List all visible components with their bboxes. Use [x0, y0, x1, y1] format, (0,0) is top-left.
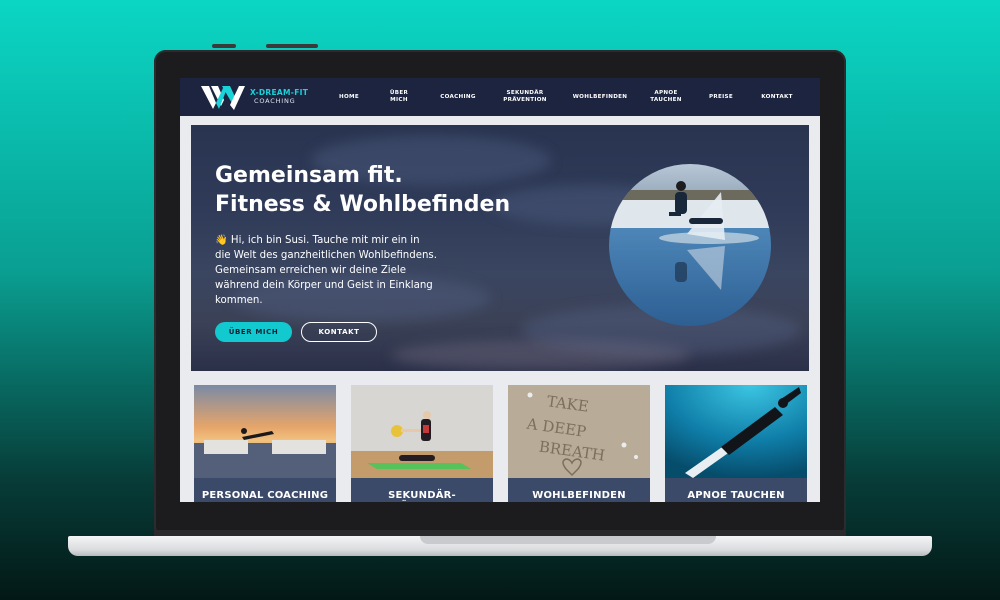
- brand-subtitle: COACHING: [254, 97, 296, 105]
- nav-item-label: KONTAKT: [761, 93, 793, 100]
- website-screen: X-DREAM-FIT COACHING HOME ÜBER MICH COAC…: [180, 78, 820, 502]
- nav-item-wohlbefinden[interactable]: WOHLBEFINDEN: [560, 94, 640, 101]
- hero-text-line: die Welt des ganzheitlichen Wohlbefinden…: [215, 250, 437, 261]
- nav-item-label: WOHLBEFINDEN: [572, 93, 628, 100]
- card-image: [194, 385, 336, 478]
- hero-text-line: während dein Körper und Geist in Einklan…: [215, 280, 433, 291]
- nav-menu: HOME ÜBER MICH COACHING SEKUNDÄR PRÄVENT…: [326, 78, 804, 116]
- nav-item-home[interactable]: HOME: [326, 94, 372, 101]
- nav-item-kontakt[interactable]: KONTAKT: [750, 94, 804, 101]
- card-sekundaer-praevention[interactable]: SEKUNDÄR-PRÄVENTION: [351, 385, 493, 502]
- laptop-notch: [420, 536, 716, 544]
- card-label: PERSONAL COACHING: [194, 478, 336, 502]
- hero-text-line: kommen.: [215, 295, 263, 306]
- nav-item-preise[interactable]: PREISE: [692, 94, 750, 101]
- card-image: [351, 385, 493, 478]
- nav-item-label: MICH: [390, 97, 408, 103]
- nav-item-ueber-mich[interactable]: ÜBER MICH: [372, 90, 426, 104]
- card-wohlbefinden[interactable]: TAKE A DEEP BREATH WOHLBEFINDEN: [508, 385, 650, 502]
- nav-item-label: PREISE: [709, 93, 733, 100]
- nav-item-coaching[interactable]: COACHING: [426, 94, 490, 101]
- hero-portrait-photo: [609, 164, 771, 326]
- nav-item-label: PRÄVENTION: [503, 97, 547, 103]
- hero-section: Gemeinsam fit. Fitness & Wohlbefinden 👋 …: [191, 125, 809, 371]
- brand-name: X-DREAM-FIT: [250, 88, 309, 97]
- card-image: TAKE A DEEP BREATH: [508, 385, 650, 478]
- nav-item-label: ÜBER: [389, 90, 409, 96]
- laptop-base: [68, 536, 932, 556]
- hero-text-line: Gemeinsam erreichen wir deine Ziele: [215, 265, 407, 276]
- kontakt-button[interactable]: KONTAKT: [301, 322, 377, 342]
- hero-text-line: 👋 Hi, ich bin Susi. Tauche mit mir ein i…: [215, 235, 420, 246]
- brand-logo[interactable]: X-DREAM-FIT COACHING: [200, 83, 308, 111]
- card-personal-coaching[interactable]: PERSONAL COACHING: [194, 385, 336, 502]
- ueber-mich-button[interactable]: ÜBER MICH: [215, 322, 292, 342]
- top-navigation: X-DREAM-FIT COACHING HOME ÜBER MICH COAC…: [180, 78, 820, 116]
- hero-title: Gemeinsam fit. Fitness & Wohlbefinden: [215, 161, 510, 219]
- card-label: APNOE TAUCHEN: [665, 478, 807, 502]
- nav-item-sekundaer-praevention[interactable]: SEKUNDÄR PRÄVENTION: [490, 90, 560, 104]
- card-label: SEKUNDÄR-PRÄVENTION: [351, 478, 493, 502]
- nav-item-label: TAUCHEN: [650, 97, 682, 103]
- nav-item-label: COACHING: [440, 93, 476, 100]
- nav-item-label: APNOE: [654, 90, 678, 96]
- nav-item-label: HOME: [338, 93, 360, 100]
- nav-item-apnoe-tauchen[interactable]: APNOE TAUCHEN: [640, 90, 692, 104]
- card-image: [665, 385, 807, 478]
- hero-title-line: Fitness & Wohlbefinden: [215, 192, 511, 217]
- card-label: WOHLBEFINDEN: [508, 478, 650, 502]
- hero-intro-text: 👋 Hi, ich bin Susi. Tauche mit mir ein i…: [215, 233, 465, 308]
- nav-item-label: SEKUNDÄR: [506, 90, 544, 96]
- hero-title-line: Gemeinsam fit.: [215, 163, 403, 188]
- brand-w-icon: [201, 86, 245, 110]
- card-apnoe-tauchen[interactable]: APNOE TAUCHEN: [665, 385, 807, 502]
